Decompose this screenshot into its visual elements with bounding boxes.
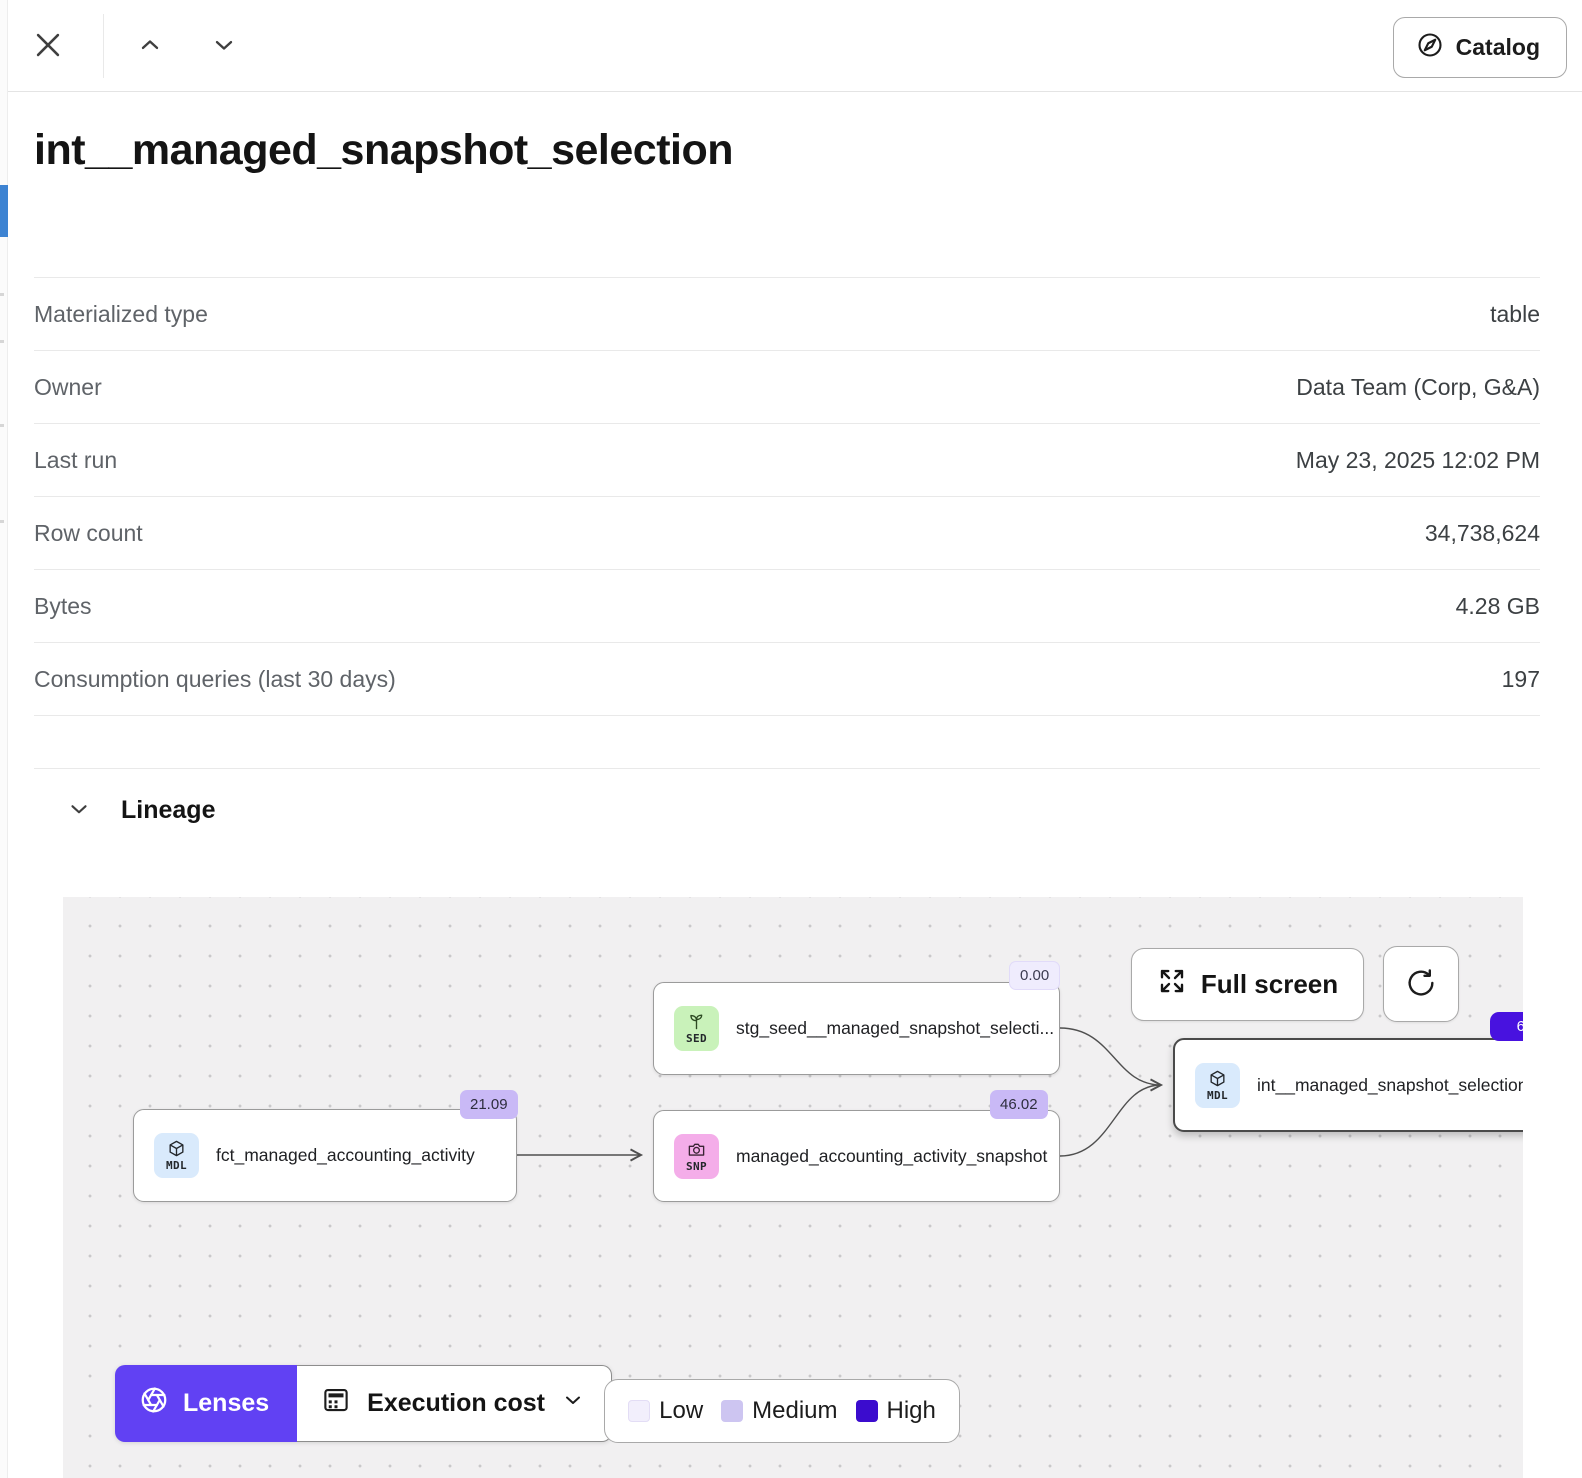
lineage-section-title: Lineage [121, 796, 215, 825]
full-screen-label: Full screen [1201, 969, 1338, 1000]
details-spacer-row [34, 716, 1540, 769]
lenses-button[interactable]: Lenses [115, 1365, 297, 1442]
detail-value: Data Team (Corp, G&A) [1296, 374, 1540, 401]
legend-item-low: Low [628, 1397, 703, 1425]
execution-cost-icon [321, 1385, 351, 1422]
background-page-edge [0, 0, 8, 1478]
edge-tick [0, 424, 4, 427]
toolbar-divider [103, 14, 104, 78]
execution-cost-badge: 0.00 [1009, 961, 1060, 990]
legend-label: Low [659, 1397, 703, 1425]
refresh-icon [1405, 967, 1437, 1002]
legend-label: High [887, 1397, 936, 1425]
legend-swatch-low [628, 1400, 650, 1422]
node-type-label: SNP [686, 1160, 707, 1173]
lens-selected-value: Execution cost [367, 1389, 545, 1418]
node-name: stg_seed__managed_snapshot_selecti... [736, 1018, 1054, 1039]
detail-row-consumption-queries: Consumption queries (last 30 days) 197 [34, 643, 1540, 716]
lenses-control: Lenses Execution cost [115, 1365, 612, 1442]
detail-panel: Catalog int__managed_snapshot_selection … [8, 0, 1582, 1478]
execution-cost-badge: 21.09 [460, 1090, 518, 1119]
detail-label: Bytes [34, 593, 92, 620]
edge-tick [0, 340, 4, 343]
model-cube-icon [167, 1139, 186, 1158]
detail-value: 34,738,624 [1425, 520, 1540, 547]
node-type-label: MDL [1207, 1089, 1228, 1102]
compass-icon [1416, 31, 1444, 65]
aperture-icon [139, 1385, 169, 1422]
detail-row-row-count: Row count 34,738,624 [34, 497, 1540, 570]
node-type-label: SED [686, 1032, 707, 1045]
catalog-button[interactable]: Catalog [1393, 17, 1567, 78]
lineage-node-stg-seed-managed-snapshot-selection[interactable]: SED stg_seed__managed_snapshot_selecti..… [653, 982, 1060, 1075]
chevron-down-icon [210, 31, 238, 62]
edge-tick [0, 520, 4, 523]
detail-value: May 23, 2025 12:02 PM [1296, 447, 1540, 474]
node-type-chip: MDL [154, 1133, 199, 1178]
lens-type-select[interactable]: Execution cost [297, 1365, 612, 1442]
expand-icon [1157, 966, 1187, 1003]
legend-item-medium: Medium [721, 1397, 837, 1425]
legend-swatch-high [856, 1400, 878, 1422]
node-name: int__managed_snapshot_selection [1257, 1075, 1523, 1096]
node-type-chip: SNP [674, 1134, 719, 1179]
node-type-chip: SED [674, 1006, 719, 1051]
snapshot-camera-icon [687, 1140, 706, 1159]
detail-label: Row count [34, 520, 143, 547]
detail-row-last-run: Last run May 23, 2025 12:02 PM [34, 424, 1540, 497]
selected-item-indicator [0, 185, 8, 237]
chevron-up-icon [136, 31, 164, 62]
model-cube-icon [1208, 1069, 1227, 1088]
lenses-button-label: Lenses [183, 1389, 269, 1418]
execution-cost-badge: 67 [1490, 1012, 1523, 1041]
close-button[interactable] [24, 22, 72, 70]
previous-item-button[interactable] [126, 26, 174, 66]
detail-label: Consumption queries (last 30 days) [34, 666, 396, 693]
legend-label: Medium [752, 1397, 837, 1425]
lineage-node-managed-accounting-activity-snapshot[interactable]: SNP managed_accounting_activity_snapshot [653, 1110, 1060, 1202]
detail-row-bytes: Bytes 4.28 GB [34, 570, 1540, 643]
node-type-chip: MDL [1195, 1063, 1240, 1108]
lineage-node-int-managed-snapshot-selection[interactable]: MDL int__managed_snapshot_selection [1173, 1038, 1523, 1132]
detail-value: 197 [1502, 666, 1540, 693]
details-table: Materialized type table Owner Data Team … [34, 277, 1540, 769]
refresh-layout-button[interactable] [1383, 946, 1459, 1022]
node-name: managed_accounting_activity_snapshot [736, 1146, 1047, 1167]
detail-row-owner: Owner Data Team (Corp, G&A) [34, 351, 1540, 424]
legend-item-high: High [856, 1397, 936, 1425]
chevron-down-icon [561, 1388, 585, 1419]
detail-value: 4.28 GB [1456, 593, 1540, 620]
detail-row-materialized-type: Materialized type table [34, 278, 1540, 351]
lineage-section-header: Lineage [65, 796, 215, 825]
detail-value: table [1490, 301, 1540, 328]
legend-swatch-medium [721, 1400, 743, 1422]
next-item-button[interactable] [200, 26, 248, 66]
catalog-detail-page: Catalog int__managed_snapshot_selection … [0, 0, 1582, 1478]
top-toolbar: Catalog [8, 0, 1582, 92]
node-type-label: MDL [166, 1159, 187, 1172]
seed-sprout-icon [687, 1012, 706, 1031]
catalog-button-label: Catalog [1456, 34, 1540, 61]
detail-label: Owner [34, 374, 102, 401]
execution-cost-badge: 46.02 [990, 1090, 1048, 1119]
close-icon [31, 28, 65, 65]
detail-label: Materialized type [34, 301, 208, 328]
node-name: fct_managed_accounting_activity [216, 1145, 475, 1166]
lineage-collapse-toggle[interactable] [65, 797, 93, 825]
page-title: int__managed_snapshot_selection [34, 126, 733, 175]
edge-tick [0, 293, 4, 296]
chevron-down-icon [66, 796, 92, 825]
cost-legend: Low Medium High [604, 1379, 960, 1443]
detail-label: Last run [34, 447, 117, 474]
lineage-node-fct-managed-accounting-activity[interactable]: MDL fct_managed_accounting_activity [133, 1109, 517, 1202]
full-screen-button[interactable]: Full screen [1131, 948, 1364, 1021]
lineage-canvas[interactable]: MDL fct_managed_accounting_activity 21.0… [63, 897, 1523, 1478]
